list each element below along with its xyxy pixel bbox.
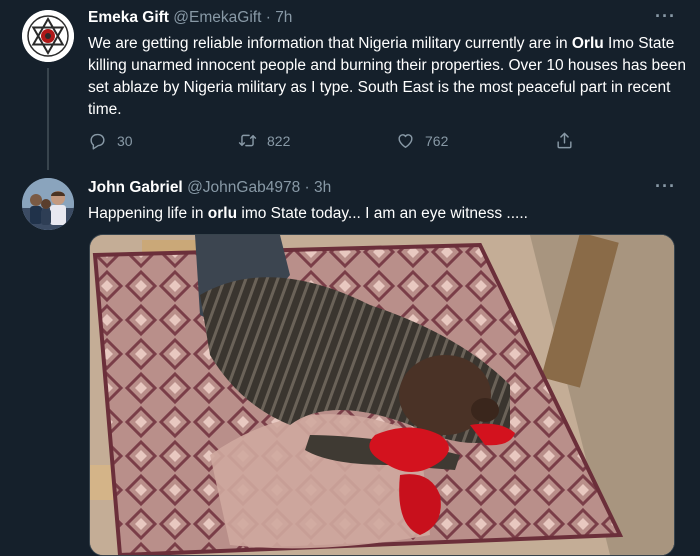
tweet-actions: 30 822 762 bbox=[88, 131, 588, 155]
display-name[interactable]: Emeka Gift bbox=[88, 9, 169, 26]
share-icon bbox=[557, 132, 572, 149]
reply-button[interactable]: 30 bbox=[88, 131, 133, 150]
reply-icon bbox=[90, 133, 105, 150]
tweet-header: Emeka Gift @EmekaGift · 7h bbox=[88, 9, 292, 27]
retweet-icon bbox=[238, 134, 257, 147]
timestamp[interactable]: 7h bbox=[275, 9, 292, 26]
more-options-button[interactable]: ··· bbox=[655, 6, 676, 27]
heart-icon bbox=[398, 134, 413, 148]
tweet-photo[interactable] bbox=[89, 234, 675, 556]
avatar[interactable] bbox=[22, 178, 74, 230]
more-options-button[interactable]: ··· bbox=[655, 176, 676, 197]
timestamp[interactable]: 3h bbox=[314, 179, 331, 196]
tweet-text: We are getting reliable information that… bbox=[88, 33, 688, 121]
tweet-text-part: Happening life in bbox=[88, 205, 208, 222]
like-button[interactable]: 762 bbox=[396, 131, 448, 150]
avatar[interactable] bbox=[22, 10, 74, 62]
separator: · bbox=[304, 179, 310, 196]
group-photo-avatar bbox=[22, 178, 74, 230]
share-button[interactable] bbox=[555, 131, 584, 150]
retweet-count: 822 bbox=[267, 132, 291, 149]
retweet-button[interactable]: 822 bbox=[238, 131, 290, 150]
like-count: 762 bbox=[425, 132, 449, 149]
tweet-text-part: We are getting reliable information that… bbox=[88, 35, 572, 52]
tweet-text-bold: Orlu bbox=[571, 35, 604, 52]
tweet-text-bold: orlu bbox=[207, 205, 238, 222]
separator: · bbox=[265, 9, 271, 26]
reply-count: 30 bbox=[117, 132, 133, 149]
user-handle[interactable]: @EmekaGift bbox=[173, 9, 261, 26]
display-name[interactable]: John Gabriel bbox=[88, 179, 183, 196]
user-handle[interactable]: @JohnGab4978 bbox=[187, 179, 300, 196]
hexagram-logo-icon bbox=[22, 10, 74, 62]
tweet-text: Happening life in orlu imo State today..… bbox=[88, 203, 688, 225]
photo-image bbox=[90, 235, 674, 555]
tweet-emeka[interactable]: Emeka Gift @EmekaGift · 7h ··· We are ge… bbox=[0, 0, 700, 170]
tweet-text-part: imo State today... I am an eye witness .… bbox=[237, 205, 528, 222]
thread-line bbox=[47, 68, 49, 170]
tweet-header: John Gabriel @JohnGab4978 · 3h bbox=[88, 179, 331, 197]
tweet-john[interactable]: John Gabriel @JohnGab4978 · 3h ··· Happe… bbox=[0, 170, 700, 556]
